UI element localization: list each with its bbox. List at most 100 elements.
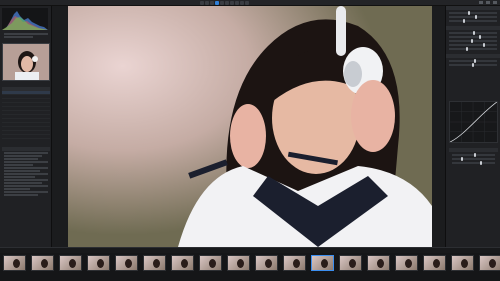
close-icon[interactable] [493,1,497,4]
setting-row[interactable] [4,182,43,184]
filmstrip-item[interactable] [142,255,167,279]
slider-handle[interactable] [465,47,468,51]
adjust-slider[interactable] [449,63,497,67]
filmstrip-item-selected[interactable] [310,255,335,279]
adjust-slider[interactable] [449,39,497,43]
filmstrip-item[interactable] [2,255,27,279]
adjust-slider[interactable] [449,15,497,19]
slider-handle[interactable] [473,59,476,63]
heal-tool-icon[interactable] [225,1,229,5]
info-rows [2,32,50,40]
adjust-slider[interactable] [452,161,495,165]
crop-tool-icon[interactable] [200,1,204,5]
hand-tool-icon[interactable] [240,1,244,5]
slider-handle[interactable] [472,63,475,67]
info-bar [4,36,33,38]
panel-header[interactable] [2,147,50,151]
filmstrip-thumbnail [367,255,390,271]
right-panel [445,6,500,247]
setting-row[interactable] [4,164,33,166]
maximize-icon[interactable] [486,1,490,4]
slider-handle[interactable] [479,161,482,165]
filmstrip-thumbnail [227,255,250,271]
setting-row[interactable] [4,185,48,187]
slider-handle[interactable] [473,153,476,157]
adjust-slider[interactable] [449,19,497,23]
adjust-slider[interactable] [449,11,497,15]
adjust-slider[interactable] [449,31,497,35]
slider-handle[interactable] [482,43,485,47]
tone-curve[interactable] [449,101,498,143]
filmstrip-item[interactable] [198,255,223,279]
main-photo-viewer[interactable] [68,6,432,247]
filmstrip-thumbnail [87,255,110,271]
eyedropper-tool-icon[interactable] [230,1,234,5]
setting-row[interactable] [4,176,36,178]
edited-photo [68,6,432,247]
settings-section [2,146,50,197]
filmstrip-item[interactable] [478,255,500,279]
slider-handle[interactable] [463,19,466,23]
panel-header[interactable] [446,54,500,58]
minimize-icon[interactable] [479,1,483,4]
filmstrip-item[interactable] [170,255,195,279]
filmstrip [0,253,500,281]
filmstrip-item[interactable] [58,255,83,279]
brush-tool-icon[interactable] [215,1,219,5]
filmstrip-thumbnail [31,255,54,271]
navigator-preview[interactable] [2,43,50,81]
filmstrip-thumbnail [199,255,222,271]
filmstrip-thumbnail [311,255,334,271]
setting-row[interactable] [4,167,48,169]
filmstrip-thumbnail [339,255,362,271]
setting-row[interactable] [4,158,38,160]
list-item[interactable] [2,135,50,139]
slider-handle[interactable] [460,157,463,161]
setting-row[interactable] [4,188,31,190]
adjust-slider[interactable] [449,59,497,63]
setting-row[interactable] [4,179,48,181]
slider-handle[interactable] [473,31,475,35]
panel-header[interactable] [446,6,500,10]
setting-row[interactable] [4,170,40,172]
filmstrip-item[interactable] [366,255,391,279]
filmstrip-item[interactable] [422,255,447,279]
filmstrip-item[interactable] [450,255,475,279]
filmstrip-item[interactable] [30,255,55,279]
navigator-thumbnail [3,44,49,80]
filmstrip-item[interactable] [282,255,307,279]
adjust-slider[interactable] [449,35,497,39]
adjust-slider[interactable] [449,47,497,51]
filmstrip-item[interactable] [114,255,139,279]
setting-row[interactable] [4,152,48,154]
setting-row[interactable] [4,191,48,193]
panel-header[interactable] [446,26,500,30]
adjust-slider[interactable] [449,43,497,47]
setting-row[interactable] [4,161,48,163]
compare-tool-icon[interactable] [245,1,249,5]
slider-handle[interactable] [468,11,471,15]
slider-handle[interactable] [478,35,481,39]
filmstrip-thumbnail [395,255,418,271]
panel-header[interactable] [449,148,498,152]
setting-row[interactable] [4,194,38,196]
slider-handle[interactable] [475,15,478,19]
adjust-slider[interactable] [452,157,495,161]
slider-handle[interactable] [470,39,473,43]
filmstrip-thumbnail [171,255,194,271]
filmstrip-thumbnail [255,255,278,271]
setting-row[interactable] [4,155,43,157]
info-bar [4,33,48,35]
right-settings [449,148,498,166]
filmstrip-item[interactable] [338,255,363,279]
filmstrip-item[interactable] [226,255,251,279]
rotate-tool-icon[interactable] [205,1,209,5]
setting-row[interactable] [4,173,48,175]
zoom-tool-icon[interactable] [235,1,239,5]
filmstrip-item[interactable] [394,255,419,279]
filmstrip-item[interactable] [86,255,111,279]
filmstrip-item[interactable] [254,255,279,279]
straighten-tool-icon[interactable] [210,1,214,5]
adjust-slider[interactable] [452,153,495,157]
gradient-tool-icon[interactable] [220,1,224,5]
